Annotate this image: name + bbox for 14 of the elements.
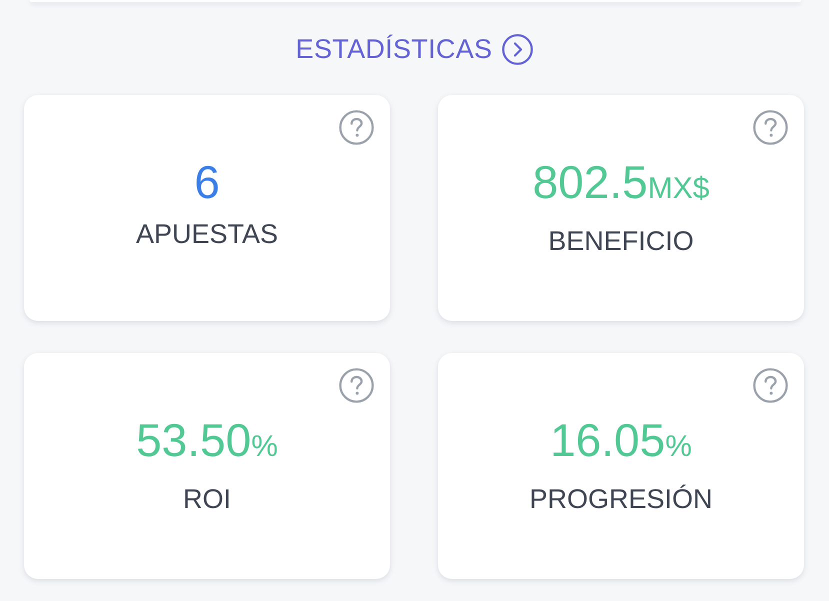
help-icon[interactable]: [339, 368, 374, 403]
stat-label: APUESTAS: [136, 218, 278, 251]
stat-value: 6: [194, 155, 220, 209]
help-icon[interactable]: [753, 368, 788, 403]
stat-value: 53.50%: [136, 413, 278, 468]
chevron-right-circle-icon[interactable]: [502, 34, 534, 64]
help-icon[interactable]: [339, 110, 374, 145]
stat-label: BENEFICIO: [548, 225, 694, 258]
stat-label: ROI: [182, 483, 231, 516]
stat-value: 16.05%: [550, 413, 692, 468]
section-title-link[interactable]: ESTADÍSTICAS: [296, 34, 492, 64]
help-icon[interactable]: [753, 110, 788, 145]
stat-value: 802.5MX$: [532, 155, 710, 210]
stat-label: PROGRESIÓN: [529, 483, 713, 516]
